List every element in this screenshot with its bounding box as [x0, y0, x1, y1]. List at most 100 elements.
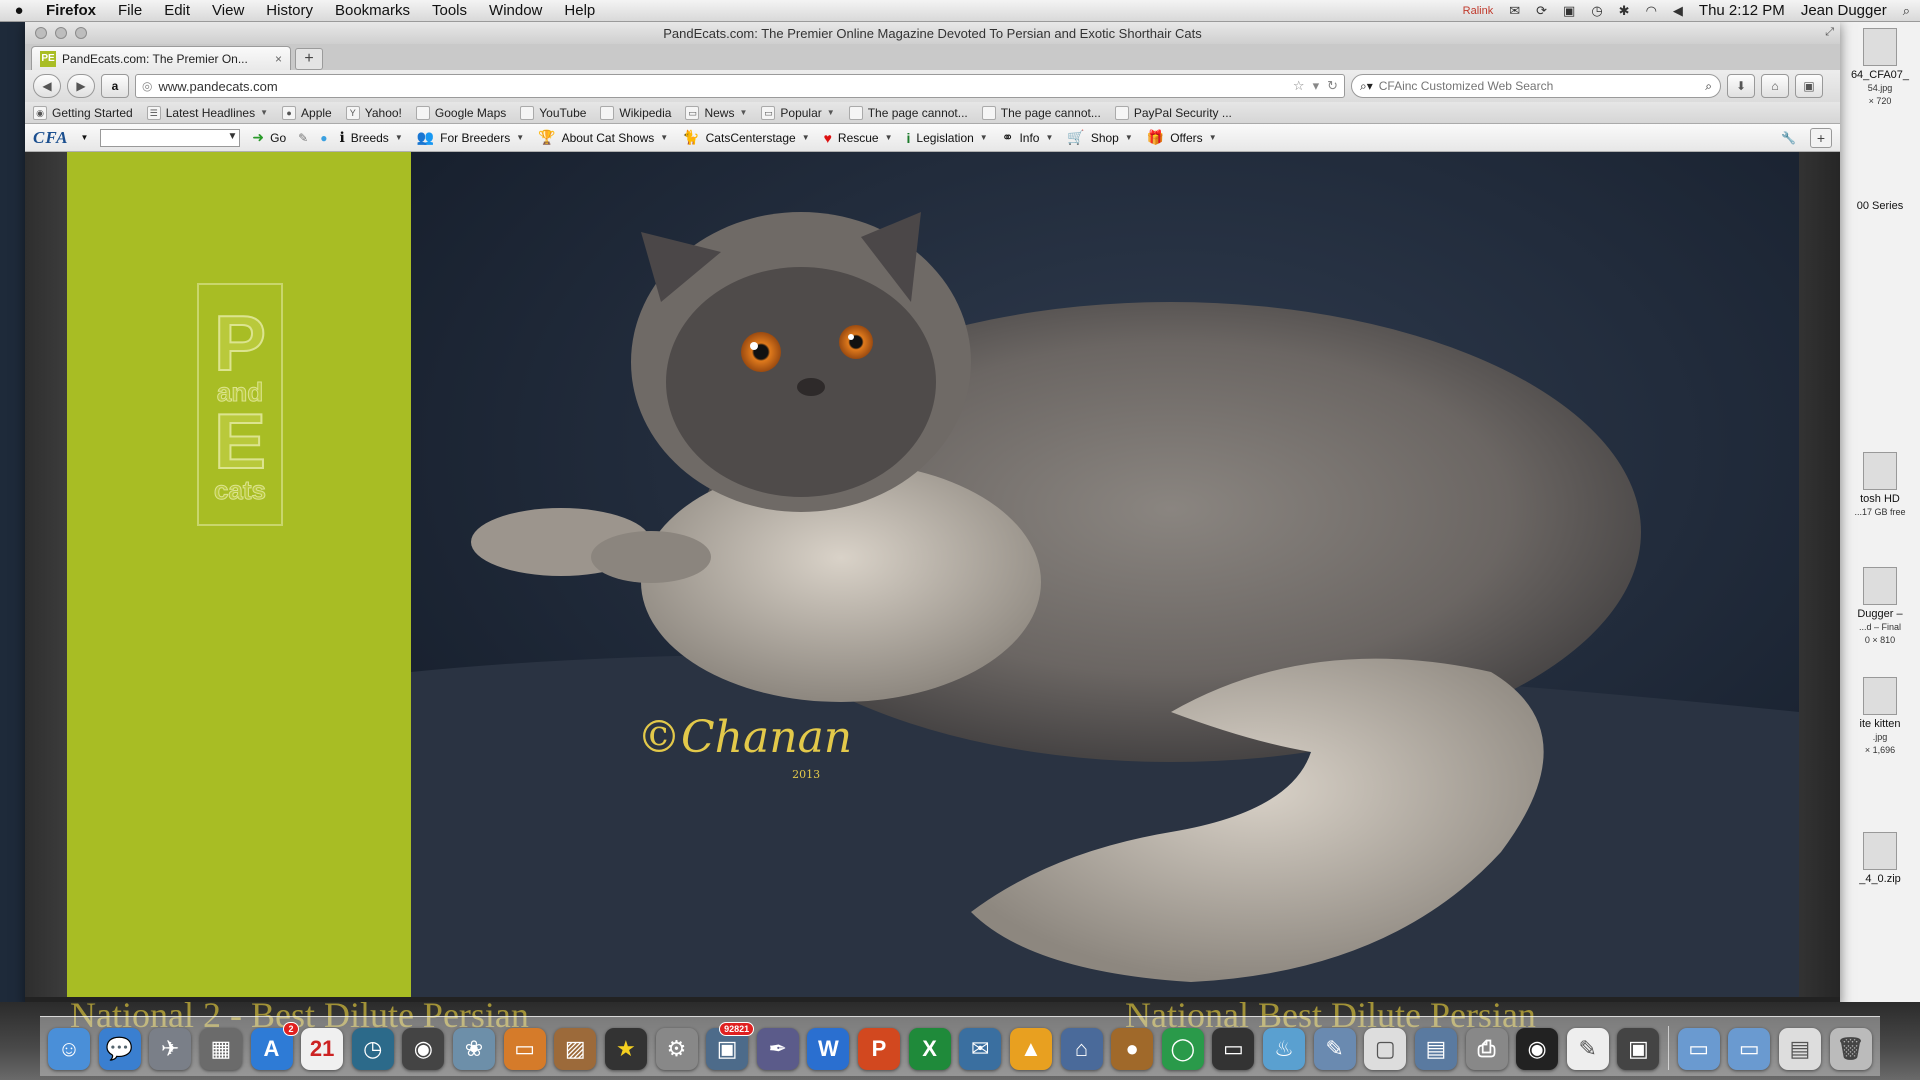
cfa-button-about-cat-shows[interactable]: 🏆 About Cat Shows ▼ [538, 129, 668, 146]
trash-icon[interactable]: 🗑 [1829, 1028, 1872, 1070]
word-icon[interactable]: W [807, 1028, 850, 1070]
menu-bookmarks[interactable]: Bookmarks [335, 2, 410, 19]
downloads-button[interactable]: ⬇ [1727, 74, 1755, 98]
preview-icon[interactable]: ▨ [554, 1028, 597, 1070]
printer-icon[interactable]: ⎙ [1465, 1028, 1508, 1070]
forward-button[interactable]: ▶ [67, 74, 95, 98]
screen-capture-icon[interactable]: ▣ [1617, 1028, 1660, 1070]
cfa-button-catscenterstage[interactable]: 🐈 CatsCenterstage ▼ [682, 129, 809, 146]
cfa-logo[interactable]: CFA [33, 128, 68, 148]
bookmark-item[interactable]: The page cannot... [848, 105, 968, 120]
system-preferences-icon[interactable]: ⚙ [655, 1028, 698, 1070]
screen-sharing-icon[interactable]: ▤ [1414, 1028, 1457, 1070]
iphoto-viewer-icon[interactable]: ❀ [453, 1028, 495, 1070]
bluetooth-icon[interactable]: ✱ [1619, 3, 1630, 19]
bookmark-item[interactable]: ◉ Getting Started [33, 105, 133, 120]
home-button[interactable]: ⌂ [1761, 74, 1789, 98]
menu-window[interactable]: Window [489, 2, 542, 19]
app-store-icon[interactable]: A2 [250, 1022, 299, 1070]
twitter-icon[interactable]: ● [320, 131, 327, 145]
launchpad-icon[interactable]: ✈ [149, 1028, 192, 1070]
fullscreen-icon[interactable]: ⤢ [1825, 26, 1834, 39]
sync-icon[interactable]: ⟳ [1536, 3, 1547, 19]
menu-edit[interactable]: Edit [164, 2, 190, 19]
bookmark-item[interactable]: ☰ Latest Headlines ▼ [146, 105, 268, 120]
tab-pandecats[interactable]: PE PandEcats.com: The Premier On... × [31, 46, 291, 70]
cfa-menu-chevron-down-icon[interactable]: ▼ [80, 133, 88, 142]
iphoto-icon[interactable]: ▣ 92821 [706, 1022, 755, 1070]
time-machine-icon[interactable]: ◷ [1591, 3, 1602, 19]
finder-icon[interactable]: ☺ [48, 1028, 90, 1070]
imovie-icon[interactable]: ★ [604, 1028, 647, 1070]
url-bar[interactable]: ◎ www.pandecats.com ☆ ▾ ↻ [135, 74, 1345, 98]
bookmark-item[interactable]: PayPal Security ... [1114, 105, 1232, 120]
desktop-file[interactable]: 64_CFA07_ 54.jpg × 720 [1840, 28, 1920, 108]
bookmark-item[interactable]: The page cannot... [981, 105, 1101, 120]
vlc-icon[interactable]: ▲ [1009, 1028, 1052, 1070]
desktop-file[interactable]: ite kitten .jpg × 1,696 [1840, 677, 1920, 757]
desktop-file[interactable]: Dugger – ...d – Final 0 × 810 [1840, 567, 1920, 647]
bookmark-item[interactable]: YouTube [520, 105, 586, 120]
menu-file[interactable]: File [118, 2, 142, 19]
search-bar[interactable]: ⌕▾ ⌕ [1351, 74, 1721, 98]
back-button[interactable]: ◀ [33, 74, 61, 98]
screenshot-button[interactable]: ▣ [1795, 74, 1823, 98]
box-icon[interactable]: ▢ [1364, 1028, 1407, 1070]
dropdown-icon[interactable]: ▾ [1313, 78, 1320, 94]
search-input[interactable] [1378, 79, 1700, 93]
keynote-icon[interactable]: ▭ [503, 1028, 546, 1070]
acorn-icon[interactable]: ● [1111, 1028, 1154, 1070]
cfa-button-for-breeders[interactable]: 👥 For Breeders ▼ [417, 129, 524, 146]
cfa-button-breeds[interactable]: ℹ Breeds ▼ [339, 129, 402, 146]
desktop-hard-drive[interactable]: tosh HD ...17 GB free [1840, 452, 1920, 519]
site-identity-icon[interactable]: ◎ [142, 79, 152, 93]
facetime-icon[interactable]: ◉ [402, 1028, 445, 1070]
graphics-tablet-icon[interactable]: ▭ [1212, 1028, 1255, 1070]
cfa-button-shop[interactable]: 🛒 Shop ▼ [1067, 129, 1132, 146]
bookmark-item[interactable]: ▭ News ▼ [685, 105, 747, 120]
volume-icon[interactable]: ◀ [1673, 3, 1683, 19]
menu-help[interactable]: Help [564, 2, 595, 19]
menu-history[interactable]: History [266, 2, 313, 19]
applications-folder-icon[interactable]: ▭ [1677, 1028, 1720, 1070]
apple-menu-icon[interactable]: ● [10, 2, 28, 19]
go-button[interactable]: ➜ Go [252, 129, 286, 146]
chevron-down-icon[interactable]: ▼ [227, 131, 237, 142]
menu-tools[interactable]: Tools [432, 2, 467, 19]
cfa-button-legislation[interactable]: i Legislation ▼ [907, 129, 988, 146]
cleaner-icon[interactable]: ♨ [1263, 1028, 1305, 1070]
pen-tool-icon[interactable]: ✒ [756, 1028, 799, 1070]
dashboard-icon[interactable]: ▦ [199, 1028, 242, 1070]
bookmark-item[interactable]: ● Apple [282, 105, 332, 120]
pandecats-logo[interactable]: P and E cats [197, 283, 283, 526]
cfa-button-rescue[interactable]: ♥ Rescue ▼ [824, 129, 893, 146]
downloads-stack-icon[interactable]: ▤ [1778, 1028, 1821, 1070]
messages-icon[interactable]: 💬 [98, 1028, 141, 1070]
cfa-button-info[interactable]: ⚭ Info ▼ [1002, 129, 1054, 146]
bookmark-item[interactable]: Y Yahoo! [345, 105, 402, 120]
menu-app-firefox[interactable]: Firefox [46, 2, 96, 19]
wrench-icon[interactable]: 🔧 [1781, 131, 1796, 145]
highlight-icon[interactable]: ✎ [298, 131, 308, 145]
title-bar[interactable]: PandEcats.com: The Premier Online Magazi… [25, 22, 1840, 44]
desktop-folder[interactable]: 00 Series [1840, 200, 1920, 213]
bookmark-item[interactable]: ▭ Popular ▼ [761, 105, 835, 120]
powerpoint-icon[interactable]: P [858, 1028, 900, 1070]
cfa-search-field[interactable]: ▼ [100, 128, 241, 147]
calendar-icon[interactable]: 21 [301, 1028, 344, 1070]
search-engine-icon[interactable]: ⌕▾ [1360, 79, 1373, 94]
wifi-icon[interactable]: ◠ [1646, 3, 1657, 19]
bookmark-item[interactable]: Google Maps [415, 105, 506, 120]
add-button[interactable]: + [1810, 127, 1832, 148]
menu-view[interactable]: View [212, 2, 244, 19]
reload-icon[interactable]: ↻ [1327, 78, 1338, 94]
network-utility-icon[interactable]: ⌂ [1060, 1028, 1103, 1070]
mail-icon[interactable]: ✉ [959, 1028, 1002, 1070]
documents-folder-icon[interactable]: ▭ [1728, 1028, 1771, 1070]
brush-icon[interactable]: ✎ [1313, 1028, 1356, 1070]
facetime-green-icon[interactable]: ◯ [1161, 1028, 1204, 1070]
close-tab-icon[interactable]: × [275, 52, 282, 66]
ralink-status[interactable]: Ralink [1463, 5, 1494, 17]
bookmark-item[interactable]: Wikipedia [600, 105, 671, 120]
cfa-button-offers[interactable]: 🎁 Offers ▼ [1147, 129, 1217, 146]
